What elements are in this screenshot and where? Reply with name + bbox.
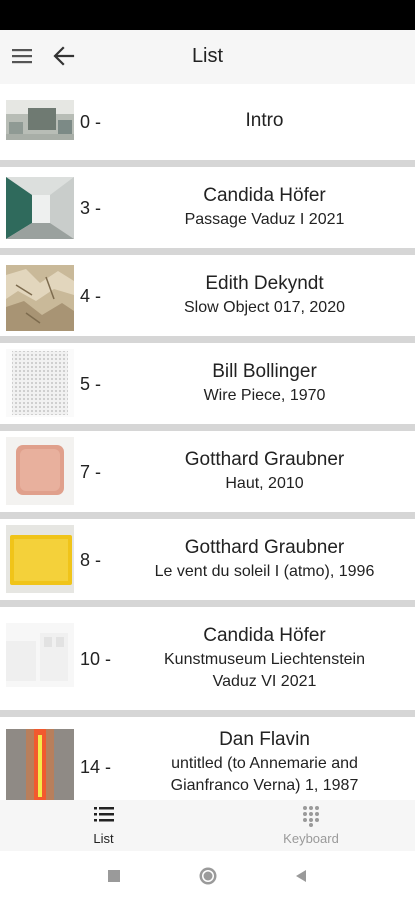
artist-name: Candida Höfer (203, 625, 326, 646)
list-item[interactable]: 8 - Gotthard Graubner Le vent du soleil … (0, 519, 415, 600)
artist-name: Gotthard Graubner (184, 449, 345, 470)
artist-name: Edith Dekyndt (205, 273, 324, 294)
app-bar: List (0, 30, 415, 84)
recent-apps-icon[interactable] (103, 865, 125, 887)
work-title: Le vent du soleil I (atmo), 1996 (154, 563, 375, 580)
system-navigation-bar (0, 851, 415, 900)
work-title: Kunstmuseum Liechtenstein Vaduz VI 2021 (164, 651, 365, 690)
list-item-intro[interactable]: 0 - Intro (0, 84, 415, 160)
dialpad-icon (207, 805, 415, 827)
arrow-left-icon[interactable] (50, 42, 78, 70)
item-title: Intro (245, 110, 284, 131)
work-title: Haut, 2010 (225, 475, 304, 492)
item-number: 7 - (80, 462, 102, 482)
crumpled-foil-image (6, 265, 74, 331)
artwork-list[interactable]: 0 - Intro 3 - Candida Höfer Passage Vadu… (0, 84, 415, 800)
status-bar (0, 0, 415, 30)
item-number: 0 - (80, 112, 102, 132)
list-icon (0, 805, 207, 827)
item-number: 10 - (80, 649, 112, 669)
home-icon[interactable] (197, 865, 219, 887)
white-interior-image (6, 623, 74, 687)
list-item[interactable]: 7 - Gotthard Graubner Haut, 2010 (0, 431, 415, 512)
work-title: untitled (to Annemarie and Gianfranco Ve… (170, 755, 359, 794)
work-title: Wire Piece, 1970 (203, 387, 326, 404)
list-item[interactable]: 14 - Dan Flavin untitled (to Annemarie a… (0, 717, 415, 800)
yellow-painting-image (6, 525, 74, 593)
corridor-photo-image (6, 177, 74, 239)
item-number: 4 - (80, 286, 102, 306)
wire-mesh-image (6, 349, 74, 417)
tab-keyboard[interactable]: Keyboard (207, 800, 415, 851)
bottom-navigation: List Keyboard (0, 800, 415, 851)
work-title: Slow Object 017, 2020 (184, 299, 345, 316)
gallery-room-image (6, 100, 74, 140)
fluorescent-light-image (6, 729, 74, 800)
work-title: Passage Vaduz I 2021 (184, 211, 345, 228)
tab-list-label: List (93, 831, 114, 846)
artist-name: Dan Flavin (219, 729, 310, 750)
list-item[interactable]: 4 - Edith Dekyndt Slow Object 017, 2020 (0, 255, 415, 336)
item-number: 14 - (80, 757, 112, 777)
tab-keyboard-label: Keyboard (283, 831, 339, 846)
item-number: 3 - (80, 198, 102, 218)
tab-list[interactable]: List (0, 800, 207, 851)
list-item[interactable]: 10 - Candida Höfer Kunstmuseum Liechtens… (0, 607, 415, 710)
item-number: 5 - (80, 374, 102, 394)
pink-painting-image (6, 437, 74, 505)
artist-name: Gotthard Graubner (184, 537, 345, 558)
item-number: 8 - (80, 550, 102, 570)
list-item[interactable]: 5 - Bill Bollinger Wire Piece, 1970 (0, 343, 415, 424)
list-item[interactable]: 3 - Candida Höfer Passage Vaduz I 2021 (0, 167, 415, 248)
hamburger-menu-icon[interactable] (8, 42, 36, 70)
back-triangle-icon[interactable] (290, 865, 312, 887)
artist-name: Candida Höfer (203, 185, 326, 206)
artist-name: Bill Bollinger (212, 361, 317, 382)
